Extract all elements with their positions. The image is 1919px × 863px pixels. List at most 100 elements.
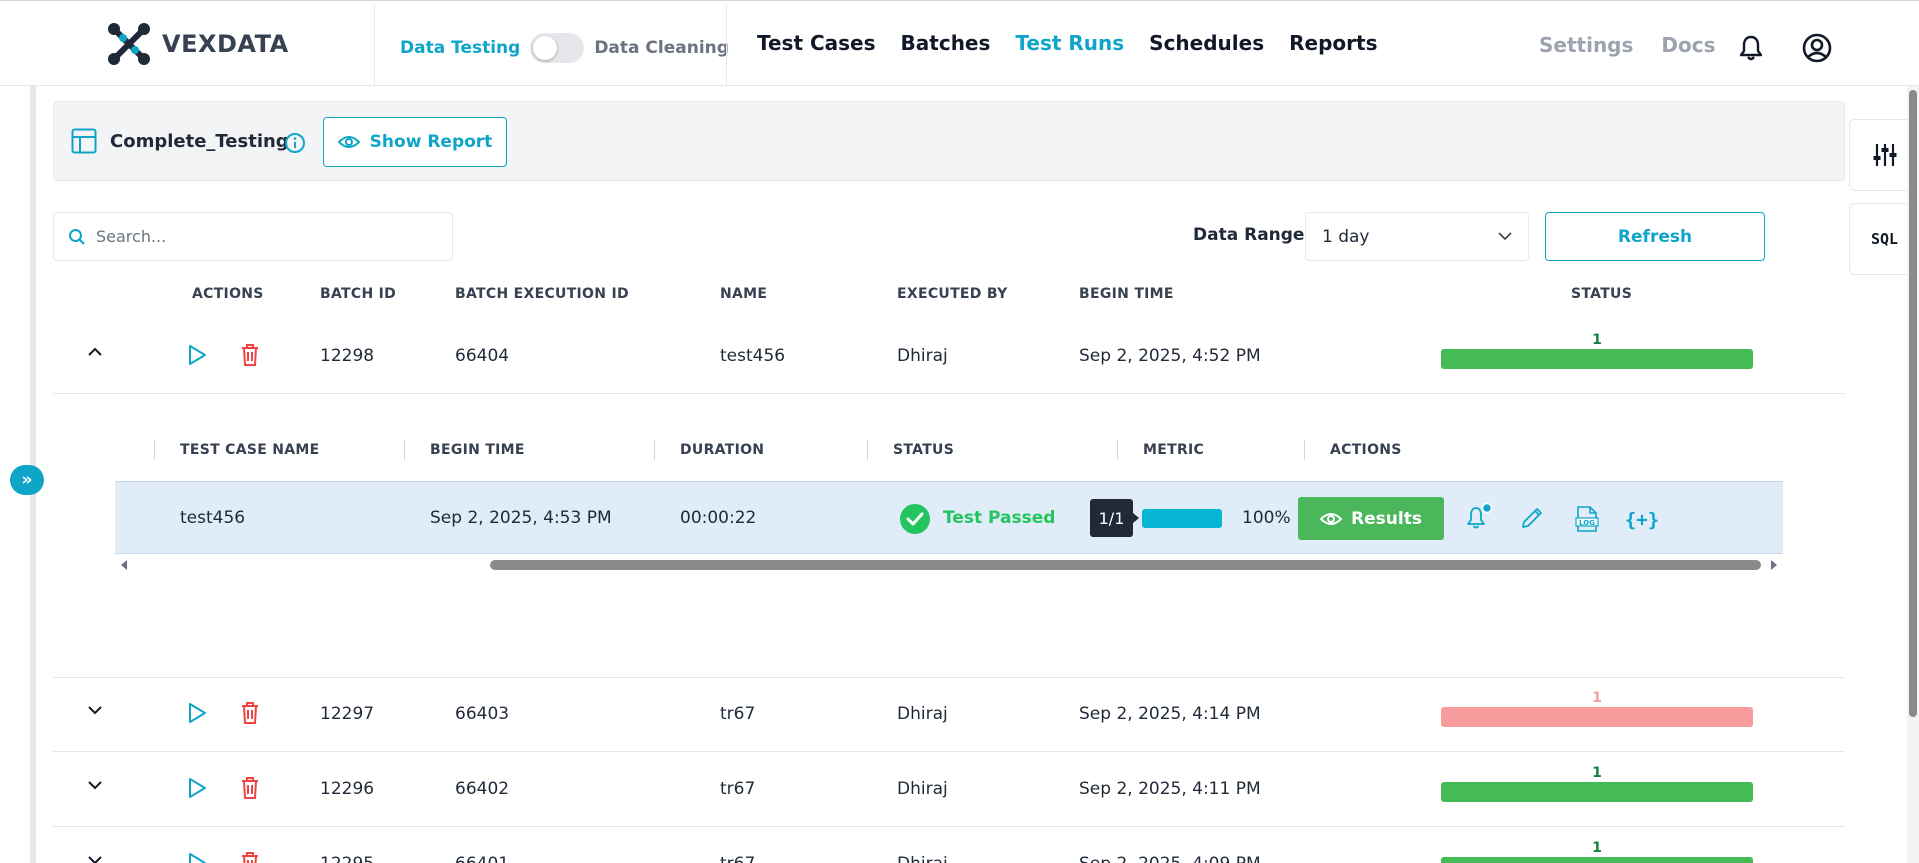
- data-range-select[interactable]: 1 day: [1305, 212, 1529, 261]
- sub-col-actions: ACTIONS: [1330, 442, 1402, 458]
- code-braces-plus-icon[interactable]: {+}: [1625, 505, 1659, 533]
- trash-icon[interactable]: [240, 701, 260, 725]
- table-row[interactable]: 12295 66401 tr67 Dhiraj Sep 2, 2025, 4:0…: [53, 828, 1845, 863]
- column-separator: [1304, 440, 1305, 460]
- test-case-begin-time: Sep 2, 2025, 4:53 PM: [430, 508, 612, 528]
- header-right-links: Settings Docs: [1539, 33, 1716, 57]
- app-header: VEXDATA Data Testing Data Cleaning Test …: [0, 5, 1919, 86]
- col-header-executed-by[interactable]: EXECUTED BY: [897, 286, 1008, 302]
- sql-label: SQL: [1870, 230, 1899, 248]
- double-chevron-right-icon: »: [21, 470, 33, 490]
- nav-docs[interactable]: Docs: [1661, 33, 1715, 57]
- data-range-value: 1 day: [1322, 226, 1370, 247]
- toggle-label-data-testing[interactable]: Data Testing: [400, 38, 520, 58]
- status-bar-passed[interactable]: [1441, 782, 1753, 802]
- batch-title: Complete_Testing: [110, 131, 289, 152]
- column-separator: [154, 440, 155, 460]
- vertical-scroll-thumb[interactable]: [1909, 90, 1917, 717]
- sub-col-begin-time: BEGIN TIME: [430, 442, 525, 458]
- nav-batches[interactable]: Batches: [901, 31, 991, 55]
- brand-logo[interactable]: VEXDATA: [104, 19, 289, 69]
- play-icon[interactable]: [187, 702, 207, 724]
- chevron-down-icon[interactable]: [87, 779, 103, 791]
- col-header-begin-time[interactable]: BEGIN TIME: [1079, 286, 1174, 302]
- batch-execution-id: 66401: [455, 854, 509, 863]
- mode-switch[interactable]: [530, 33, 585, 63]
- status-bar-failed[interactable]: [1441, 707, 1753, 727]
- scroll-left-arrow-icon[interactable]: [119, 559, 129, 571]
- col-header-batch-execution-id[interactable]: BATCH EXECUTION ID: [455, 286, 629, 302]
- begin-time: Sep 2, 2025, 4:14 PM: [1079, 704, 1261, 724]
- trash-icon[interactable]: [240, 776, 260, 800]
- show-report-button[interactable]: Show Report: [323, 117, 507, 167]
- check-circle-icon: [900, 504, 930, 534]
- column-separator: [404, 440, 405, 460]
- chevron-down-icon[interactable]: [87, 854, 103, 863]
- pencil-icon[interactable]: [1519, 505, 1545, 531]
- results-label: Results: [1351, 508, 1422, 529]
- play-icon[interactable]: [187, 852, 207, 863]
- horizontal-scrollbar[interactable]: [115, 554, 1783, 574]
- executed-by: Dhiraj: [897, 779, 948, 799]
- trash-icon[interactable]: [240, 343, 260, 367]
- search-input[interactable]: [96, 227, 416, 246]
- status-count: 1: [1592, 840, 1602, 856]
- expand-sidebar-button[interactable]: »: [10, 465, 44, 495]
- results-button[interactable]: Results: [1298, 497, 1444, 540]
- chevron-up-icon[interactable]: [87, 346, 103, 358]
- column-separator: [867, 440, 868, 460]
- nav-settings[interactable]: Settings: [1539, 33, 1633, 57]
- col-header-actions: ACTIONS: [192, 286, 264, 302]
- executed-by: Dhiraj: [897, 704, 948, 724]
- vertical-scrollbar[interactable]: [1907, 86, 1919, 863]
- nav-test-runs[interactable]: Test Runs: [1015, 31, 1124, 55]
- search-box[interactable]: [53, 212, 453, 261]
- test-status: Test Passed: [943, 508, 1056, 528]
- col-header-name[interactable]: NAME: [720, 286, 767, 302]
- col-header-status[interactable]: STATUS: [1571, 286, 1632, 302]
- sliders-icon: [1873, 144, 1896, 166]
- table-icon: [71, 128, 97, 154]
- run-name: test456: [720, 346, 786, 366]
- log-file-icon[interactable]: LOG: [1574, 505, 1600, 533]
- scroll-right-arrow-icon[interactable]: [1769, 559, 1779, 571]
- toggle-label-data-cleaning[interactable]: Data Cleaning: [594, 38, 729, 58]
- header-divider: [726, 5, 727, 85]
- play-icon[interactable]: [187, 777, 207, 799]
- nav-schedules[interactable]: Schedules: [1149, 31, 1264, 55]
- nav-test-cases[interactable]: Test Cases: [757, 31, 876, 55]
- metric-progress-bar: [1142, 509, 1222, 528]
- batch-id: 12297: [320, 704, 375, 724]
- sub-col-test-case-name: TEST CASE NAME: [180, 442, 320, 458]
- status-bar-passed[interactable]: [1441, 857, 1753, 863]
- chevron-down-icon: [1498, 232, 1512, 241]
- status-bar-passed[interactable]: [1441, 349, 1753, 369]
- mode-toggle[interactable]: Data Testing Data Cleaning: [400, 33, 729, 63]
- notification-bell-icon[interactable]: [1738, 34, 1764, 62]
- metric-badge: 1/1: [1090, 499, 1139, 537]
- search-icon: [69, 228, 85, 245]
- batch-id: 12296: [320, 779, 375, 799]
- play-icon[interactable]: [187, 344, 207, 366]
- column-separator: [654, 440, 655, 460]
- svg-text:{+}: {+}: [1625, 509, 1659, 531]
- refresh-button[interactable]: Refresh: [1545, 212, 1765, 261]
- svg-text:LOG: LOG: [1579, 519, 1595, 527]
- info-icon[interactable]: [284, 132, 306, 154]
- test-case-row[interactable]: test456 Sep 2, 2025, 4:53 PM 00:00:22 Te…: [115, 481, 1783, 554]
- begin-time: Sep 2, 2025, 4:52 PM: [1079, 346, 1261, 366]
- chevron-down-icon[interactable]: [87, 704, 103, 716]
- batch-execution-id: 66402: [455, 779, 510, 799]
- horizontal-scroll-thumb[interactable]: [490, 560, 1761, 570]
- table-row[interactable]: 12298 66404 test456 Dhiraj Sep 2, 2025, …: [53, 320, 1845, 394]
- batch-id: 12295: [320, 854, 374, 863]
- alert-bell-icon[interactable]: [1464, 502, 1494, 532]
- begin-time: Sep 2, 2025, 4:09 PM: [1079, 854, 1261, 863]
- trash-icon[interactable]: [240, 851, 260, 863]
- table-row[interactable]: 12297 66403 tr67 Dhiraj Sep 2, 2025, 4:1…: [53, 678, 1845, 752]
- user-profile-icon[interactable]: [1802, 33, 1832, 63]
- col-header-batch-id[interactable]: BATCH ID: [320, 286, 396, 302]
- table-row[interactable]: 12296 66402 tr67 Dhiraj Sep 2, 2025, 4:1…: [53, 753, 1845, 827]
- nav-reports[interactable]: Reports: [1289, 31, 1377, 55]
- test-case-subtable: TEST CASE NAME BEGIN TIME DURATION STATU…: [53, 396, 1845, 678]
